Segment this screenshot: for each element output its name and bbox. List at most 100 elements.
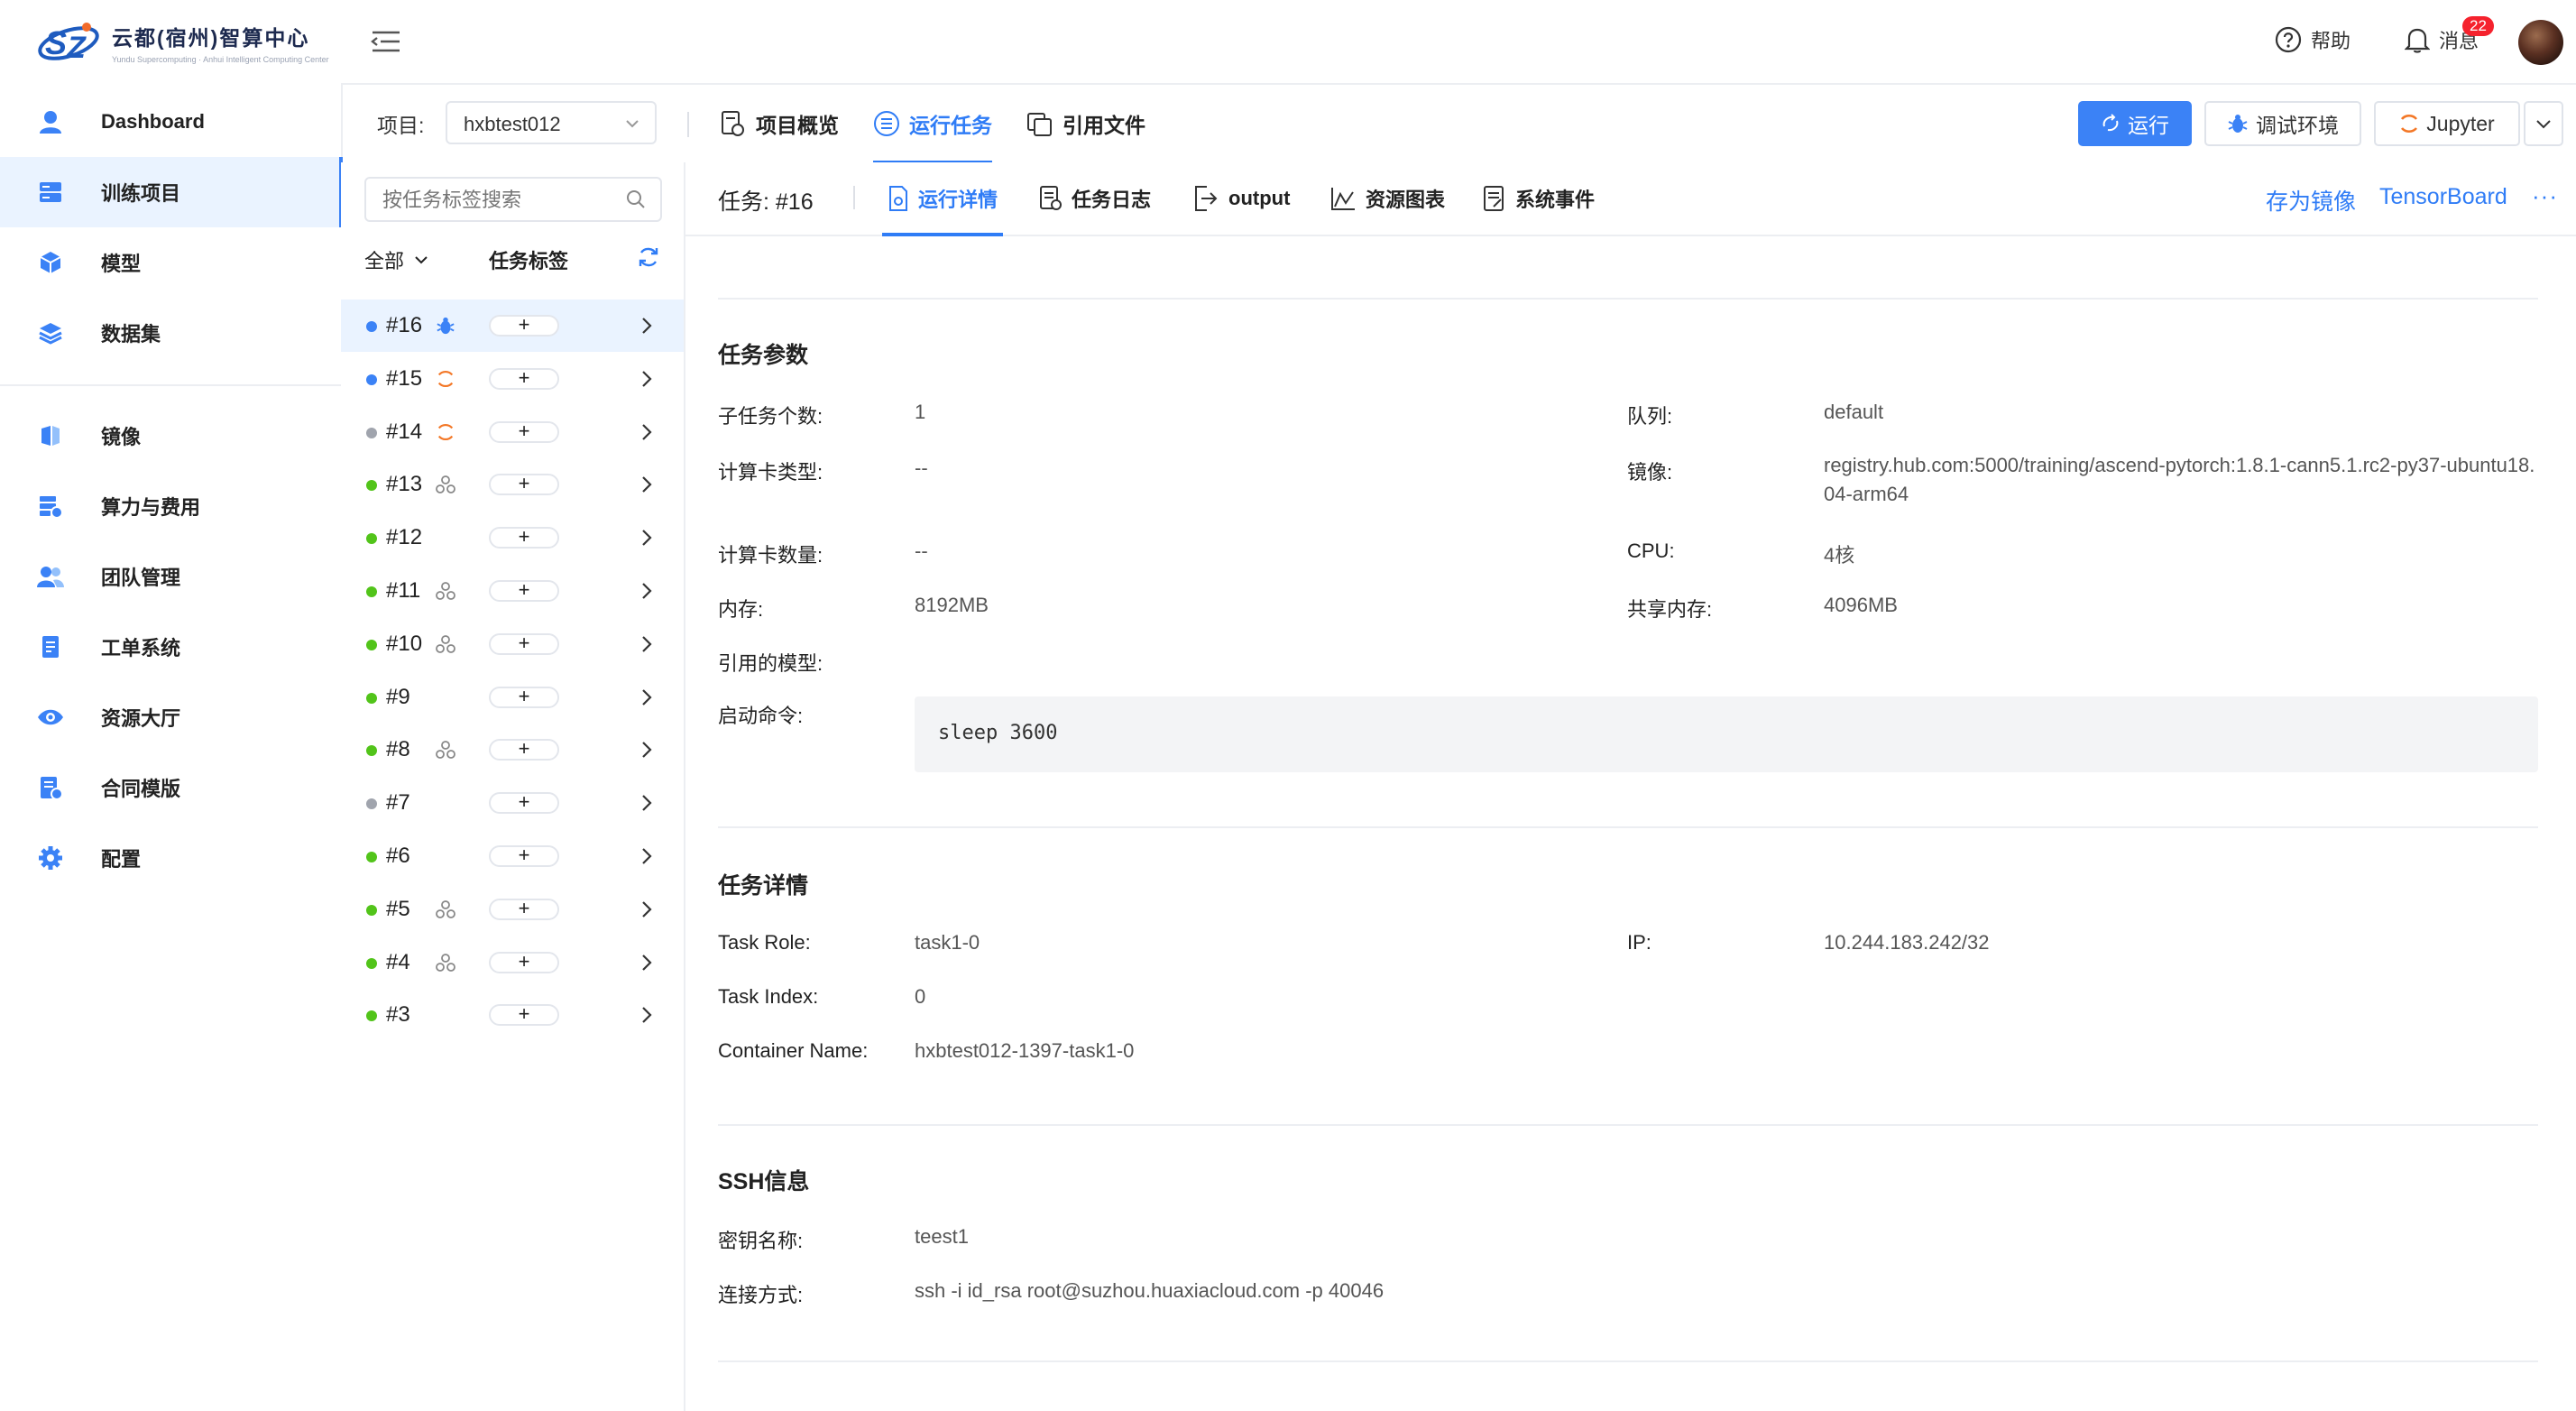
add-tag-button[interactable]: +: [489, 739, 559, 761]
menu-fold-icon[interactable]: [370, 25, 402, 58]
tab-project-overview[interactable]: 项目概览: [720, 85, 839, 162]
chevron-right-icon[interactable]: [637, 1004, 657, 1030]
nav-tickets[interactable]: 工单系统: [0, 612, 341, 682]
nav-datasets[interactable]: 数据集: [0, 298, 341, 368]
section-title-params: 任务参数: [718, 343, 809, 368]
tab-referenced-files[interactable]: 引用文件: [1026, 85, 1145, 162]
chevron-right-icon[interactable]: [637, 845, 657, 872]
add-tag-button[interactable]: +: [489, 845, 559, 867]
more-menu-icon[interactable]: ···: [2532, 182, 2558, 210]
tab-running-tasks[interactable]: 运行任务: [873, 85, 992, 164]
nav-contract-template[interactable]: 合同模版: [0, 752, 341, 823]
nav-dashboard[interactable]: Dashboard: [0, 87, 341, 157]
tab-system-events[interactable]: 系统事件: [1483, 162, 1595, 235]
task-tag-search[interactable]: [364, 177, 662, 222]
task-id: #10: [386, 631, 423, 656]
tab-run-details[interactable]: 运行详情: [881, 162, 1004, 236]
chevron-right-icon[interactable]: [637, 899, 657, 925]
start-command-box[interactable]: sleep 3600: [915, 696, 2538, 772]
tab-label: 任务日志: [1072, 189, 1152, 211]
chevron-right-icon[interactable]: [637, 315, 657, 341]
status-dot: [366, 374, 377, 385]
task-row[interactable]: #14 +: [341, 406, 684, 458]
tab-label: 系统事件: [1515, 189, 1596, 211]
messages-button[interactable]: 消息 22: [2404, 16, 2494, 54]
task-row[interactable]: #9 +: [341, 671, 684, 724]
status-dot: [366, 427, 377, 438]
chevron-right-icon[interactable]: [637, 527, 657, 553]
ssh-connection-value[interactable]: ssh -i id_rsa root@suzhou.huaxiacloud.co…: [915, 1279, 1384, 1303]
more-actions-dropdown[interactable]: [2524, 101, 2563, 146]
nav-models[interactable]: 模型: [0, 227, 341, 298]
chevron-right-icon[interactable]: [637, 421, 657, 447]
project-bar: 项目: hxbtest012 项目概览 运行任务 引用文件 运行 调试环境 Ju…: [341, 85, 2576, 164]
chevron-right-icon[interactable]: [637, 739, 657, 765]
chevron-right-icon[interactable]: [637, 474, 657, 500]
nav-team[interactable]: 团队管理: [0, 541, 341, 612]
task-row[interactable]: #3 +: [341, 989, 684, 1041]
cluster-icon: [435, 580, 456, 602]
task-row[interactable]: #15 +: [341, 353, 684, 405]
chevron-right-icon[interactable]: [637, 580, 657, 606]
task-row[interactable]: #4 +: [341, 936, 684, 989]
add-tag-button[interactable]: +: [489, 898, 559, 920]
tab-resource-charts[interactable]: 资源图表: [1329, 162, 1445, 235]
debug-env-button[interactable]: 调试环境: [2204, 101, 2361, 146]
task-row[interactable]: #7 +: [341, 777, 684, 829]
status-filter-dropdown[interactable]: 全部: [364, 245, 429, 274]
tab-task-log[interactable]: 任务日志: [1039, 162, 1151, 235]
chevron-right-icon[interactable]: [637, 368, 657, 394]
nav-resource-hall[interactable]: 资源大厅: [0, 682, 341, 752]
add-tag-button[interactable]: +: [489, 686, 559, 708]
tensorboard-link[interactable]: TensorBoard: [2379, 184, 2507, 210]
refresh-icon[interactable]: [637, 245, 660, 269]
nav-images[interactable]: 镜像: [0, 401, 341, 471]
task-row[interactable]: #12 +: [341, 512, 684, 564]
jupyter-button[interactable]: Jupyter: [2374, 101, 2520, 146]
jupyter-label: Jupyter: [2426, 111, 2495, 135]
nav-settings[interactable]: 配置: [0, 823, 341, 893]
chevron-right-icon[interactable]: [637, 792, 657, 818]
chevron-right-icon[interactable]: [637, 687, 657, 713]
tab-output[interactable]: output: [1192, 162, 1290, 235]
add-tag-button[interactable]: +: [489, 527, 559, 549]
subtask-count-label: 子任务个数:: [718, 405, 823, 428]
add-tag-button[interactable]: +: [489, 580, 559, 602]
cluster-icon: [435, 633, 456, 655]
add-tag-button[interactable]: +: [489, 792, 559, 815]
task-search-input[interactable]: [381, 188, 619, 213]
add-tag-button[interactable]: +: [489, 951, 559, 973]
add-tag-button[interactable]: +: [489, 1004, 559, 1027]
run-details-content: 任务参数 子任务个数: 1 队列: default 计算卡类型: -- 镜像: …: [685, 236, 2576, 1411]
project-label: 项目:: [377, 114, 425, 137]
run-button[interactable]: 运行: [2078, 101, 2192, 146]
ip-label: IP:: [1627, 931, 1651, 954]
status-dot: [366, 321, 377, 332]
compute-cost-icon: [36, 492, 65, 521]
project-select[interactable]: hxbtest012: [446, 101, 657, 144]
nav-compute-cost[interactable]: 算力与费用: [0, 471, 341, 541]
nav-training-projects[interactable]: 训练项目: [0, 157, 343, 227]
help-button[interactable]: 帮助: [2275, 25, 2351, 54]
task-id: #12: [386, 525, 423, 550]
card-type-label: 计算卡类型:: [718, 461, 823, 484]
add-tag-button[interactable]: +: [489, 367, 559, 390]
chevron-right-icon[interactable]: [637, 952, 657, 978]
task-row[interactable]: #10 +: [341, 618, 684, 670]
task-row[interactable]: #13 +: [341, 458, 684, 511]
task-row[interactable]: #6 +: [341, 830, 684, 882]
divider: [687, 112, 689, 137]
task-row[interactable]: #5 +: [341, 883, 684, 936]
task-row[interactable]: #11 +: [341, 565, 684, 617]
chevron-right-icon[interactable]: [637, 633, 657, 659]
task-row[interactable]: #8 +: [341, 724, 684, 776]
brand-logo[interactable]: S Z 云都(宿州)智算中心 Yundu Supercomputing · An…: [36, 13, 329, 72]
user-avatar[interactable]: [2518, 20, 2563, 65]
task-row[interactable]: #16 +: [341, 300, 684, 352]
add-tag-button[interactable]: +: [489, 420, 559, 443]
add-tag-button[interactable]: +: [489, 474, 559, 496]
add-tag-button[interactable]: +: [489, 315, 559, 337]
add-tag-button[interactable]: +: [489, 632, 559, 655]
search-icon[interactable]: [626, 189, 646, 209]
save-as-image-link[interactable]: 存为镜像: [2266, 184, 2356, 217]
